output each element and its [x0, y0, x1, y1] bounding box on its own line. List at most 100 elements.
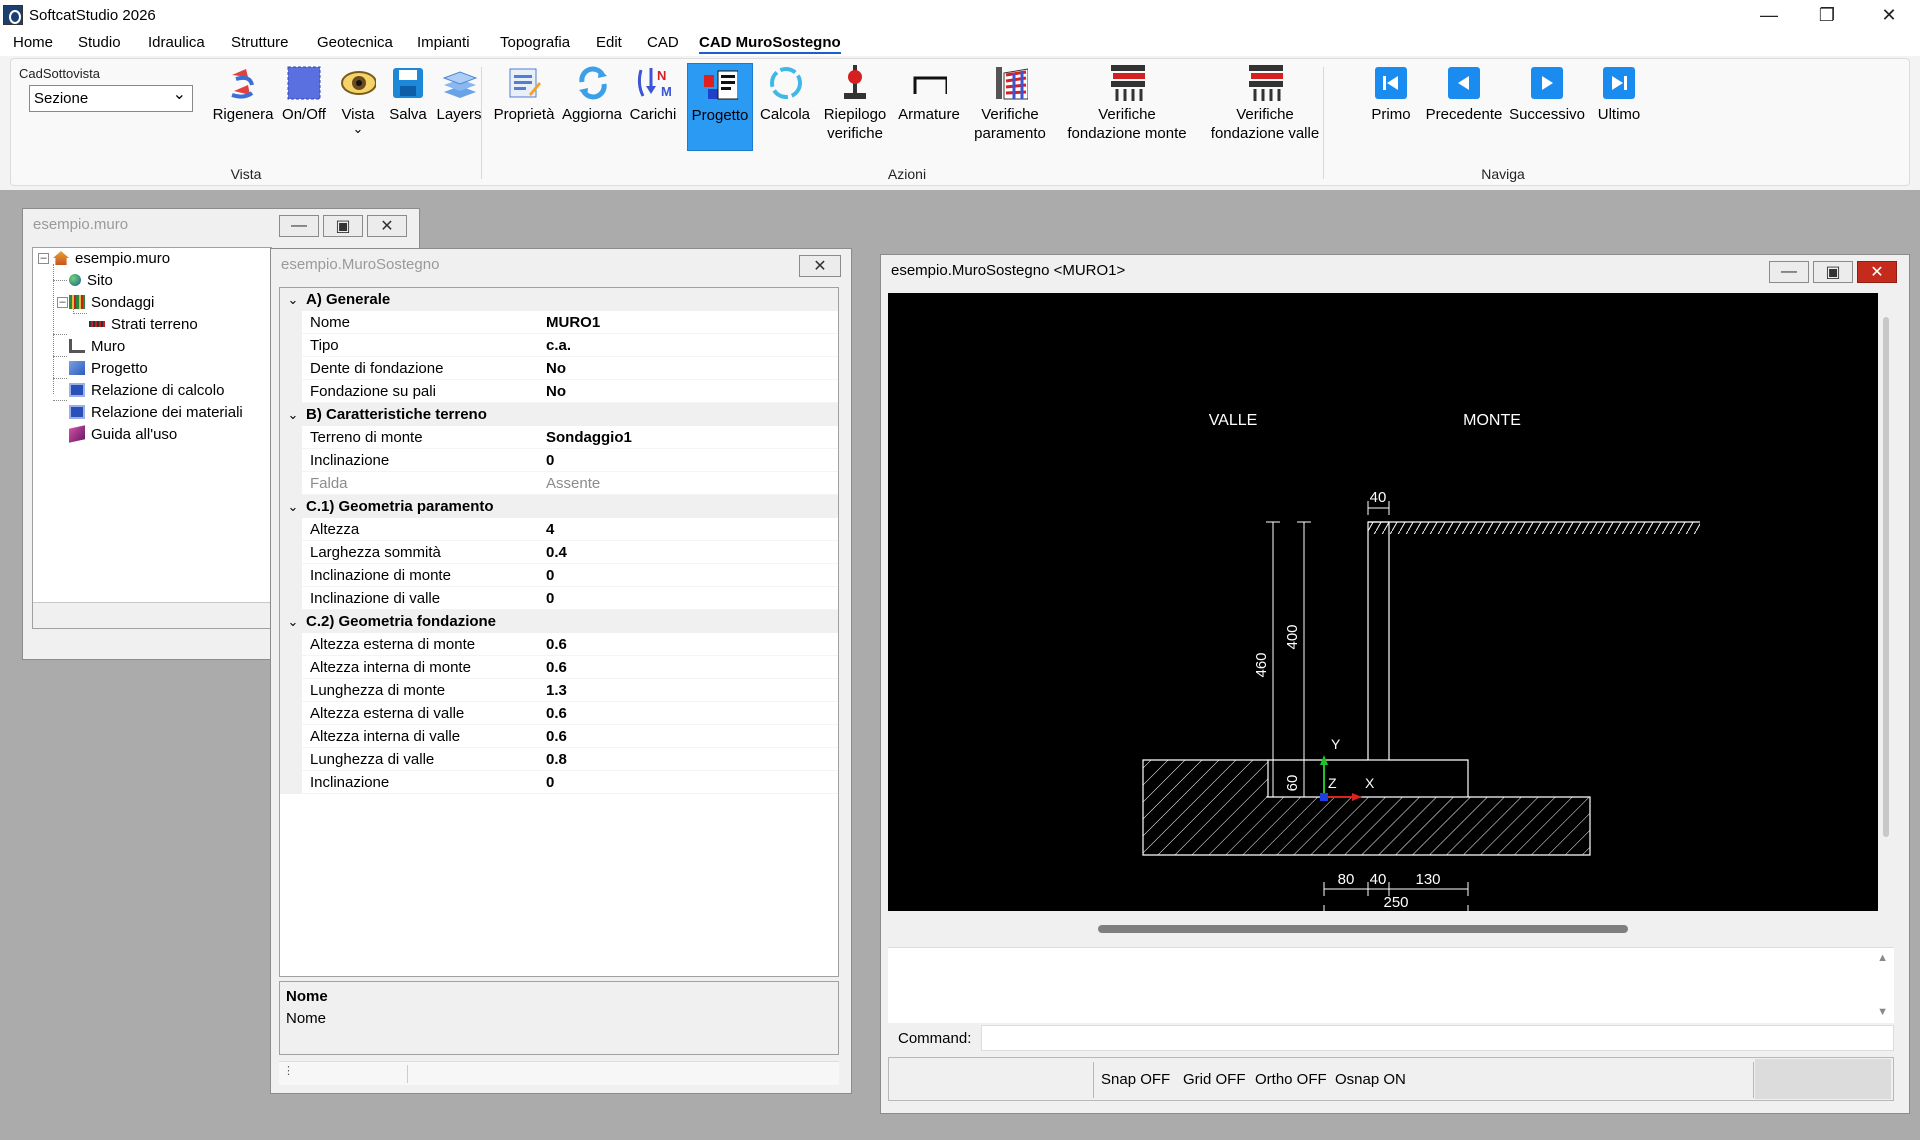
proprieta-button[interactable]: Proprietà	[489, 63, 559, 151]
prop-row[interactable]: Dente di fondazione No	[280, 356, 838, 380]
tree-node-relazione-materiali[interactable]: Relazione dei materiali	[69, 402, 243, 422]
prop-value[interactable]: No	[546, 383, 566, 400]
chevron-down-icon[interactable]: ⌄	[280, 614, 306, 630]
category-fondazione[interactable]: ⌄ C.2) Geometria fondazione	[280, 610, 838, 633]
prop-row[interactable]: Altezza esterna di valle 0.6	[280, 701, 838, 725]
onoff-button[interactable]: On/Off	[271, 63, 337, 151]
restore-icon[interactable]: ❐	[1800, 0, 1854, 30]
menu-idraulica[interactable]: Idraulica	[148, 34, 205, 51]
menu-strutture[interactable]: Strutture	[231, 34, 289, 51]
minimize-icon[interactable]: —	[1742, 0, 1796, 30]
prop-row[interactable]: Altezza 4	[280, 517, 838, 541]
prop-value[interactable]: Sondaggio1	[546, 429, 632, 446]
menu-cad[interactable]: CAD	[647, 34, 679, 51]
tree-node-root[interactable]: esempio.muro	[53, 248, 170, 268]
prop-value[interactable]: 0.6	[546, 659, 567, 676]
close-icon[interactable]: ✕	[1862, 0, 1916, 30]
grid-toggle[interactable]: Grid OFF	[1183, 1071, 1246, 1088]
menu-home[interactable]: Home	[13, 34, 53, 51]
tree-node-sito[interactable]: Sito	[69, 270, 113, 290]
progetto-button[interactable]: Progetto	[687, 63, 753, 151]
prop-value[interactable]: 0	[546, 567, 554, 584]
prop-row[interactable]: Inclinazione 0	[280, 448, 838, 472]
close-icon[interactable]: ✕	[367, 215, 407, 237]
scroll-down-icon[interactable]: ▼	[1877, 1006, 1888, 1018]
precedente-button[interactable]: Precedente	[1421, 63, 1507, 151]
maximize-icon[interactable]: ▣	[1813, 261, 1853, 283]
menu-topografia[interactable]: Topografia	[500, 34, 570, 51]
prop-row[interactable]: Altezza esterna di monte 0.6	[280, 632, 838, 656]
scroll-thumb[interactable]	[1098, 925, 1628, 933]
snap-toggle[interactable]: Snap OFF	[1101, 1071, 1170, 1088]
tree-node-muro[interactable]: Muro	[69, 336, 125, 356]
verifiche-fondazione-monte-button[interactable]: Verifiche fondazione monte	[1059, 63, 1195, 151]
category-terreno[interactable]: ⌄ B) Caratteristiche terreno	[280, 403, 838, 426]
prop-row[interactable]: Fondazione su pali No	[280, 379, 838, 403]
tree-node-sondaggi[interactable]: Sondaggi	[69, 292, 154, 312]
prop-value[interactable]: 0.6	[546, 705, 567, 722]
aggiorna-button[interactable]: Aggiorna	[557, 63, 627, 151]
close-icon[interactable]: ✕	[1857, 261, 1897, 283]
chevron-down-icon[interactable]: ⌄	[280, 407, 306, 423]
prop-value[interactable]: 0	[546, 452, 554, 469]
ultimo-button[interactable]: Ultimo	[1591, 63, 1647, 151]
prop-value[interactable]: 0.6	[546, 636, 567, 653]
prop-value[interactable]: MURO1	[546, 314, 600, 331]
vista-dropdown-icon[interactable]: ⌄	[353, 122, 364, 135]
command-input[interactable]	[981, 1025, 1894, 1051]
chevron-down-icon[interactable]: ⌄	[280, 499, 306, 515]
prop-row[interactable]: Lunghezza di valle 0.8	[280, 747, 838, 771]
prop-value[interactable]: 0	[546, 774, 554, 791]
prop-row[interactable]: Inclinazione di monte 0	[280, 563, 838, 587]
prop-value[interactable]: 0.4	[546, 544, 567, 561]
cad-canvas[interactable]: VALLE MONTE 40 460 400 60 Y X Z 80 40 13…	[888, 293, 1878, 911]
prop-row[interactable]: Inclinazione di valle 0	[280, 586, 838, 610]
minimize-icon[interactable]: —	[1769, 261, 1809, 283]
salva-button[interactable]: Salva	[383, 63, 433, 151]
prop-row[interactable]: Lunghezza di monte 1.3	[280, 678, 838, 702]
prop-value[interactable]: c.a.	[546, 337, 571, 354]
collapse-icon[interactable]: –	[57, 297, 68, 308]
cad-vertical-scrollbar[interactable]	[1878, 293, 1894, 911]
subview-select[interactable]: Sezione	[29, 84, 193, 112]
prop-row[interactable]: Inclinazione 0	[280, 770, 838, 794]
prop-row[interactable]: Terreno di monte Sondaggio1	[280, 425, 838, 449]
prop-value[interactable]: 1.3	[546, 682, 567, 699]
grip-icon[interactable]: ⋮	[283, 1064, 294, 1077]
osnap-toggle[interactable]: Osnap ON	[1335, 1071, 1406, 1088]
successivo-button[interactable]: Successivo	[1507, 63, 1587, 151]
tree-node-strati-terreno[interactable]: Strati terreno	[89, 314, 198, 334]
vista-button[interactable]: Vista ⌄	[333, 63, 383, 151]
collapse-icon[interactable]: –	[38, 253, 49, 264]
verifiche-paramento-button[interactable]: Verifiche paramento	[965, 63, 1055, 151]
calcola-button[interactable]: Calcola	[755, 63, 815, 151]
scroll-thumb[interactable]	[1883, 317, 1889, 837]
maximize-icon[interactable]: ▣	[323, 215, 363, 237]
scroll-up-icon[interactable]: ▲	[1877, 952, 1888, 964]
tree-node-relazione-calcolo[interactable]: Relazione di calcolo	[69, 380, 224, 400]
tree-node-guida[interactable]: Guida all'uso	[69, 424, 177, 444]
menu-impianti[interactable]: Impianti	[417, 34, 470, 51]
prop-row[interactable]: Altezza interna di monte 0.6	[280, 655, 838, 679]
prop-row[interactable]: Larghezza sommità 0.4	[280, 540, 838, 564]
primo-button[interactable]: Primo	[1365, 63, 1417, 151]
prop-row[interactable]: Altezza interna di valle 0.6	[280, 724, 838, 748]
menu-studio[interactable]: Studio	[78, 34, 121, 51]
cad-horizontal-scrollbar[interactable]	[888, 911, 1894, 945]
prop-row[interactable]: Nome MURO1	[280, 310, 838, 334]
prop-row[interactable]: Tipo c.a.	[280, 333, 838, 357]
carichi-button[interactable]: NM Carichi	[625, 63, 681, 151]
menu-geotecnica[interactable]: Geotecnica	[317, 34, 393, 51]
tree-node-progetto[interactable]: Progetto	[69, 358, 148, 378]
layers-button[interactable]: Layers	[431, 63, 487, 151]
chevron-down-icon[interactable]: ⌄	[280, 292, 306, 308]
menu-edit[interactable]: Edit	[596, 34, 622, 51]
minimize-icon[interactable]: —	[279, 215, 319, 237]
close-icon[interactable]: ✕	[799, 255, 841, 277]
prop-value[interactable]: 0.6	[546, 728, 567, 745]
prop-value[interactable]: 0.8	[546, 751, 567, 768]
prop-value[interactable]: 4	[546, 521, 554, 538]
category-generale[interactable]: ⌄ A) Generale	[280, 288, 838, 311]
riepilogo-verifiche-button[interactable]: Riepilogo verifiche	[817, 63, 893, 151]
ortho-toggle[interactable]: Ortho OFF	[1255, 1071, 1327, 1088]
